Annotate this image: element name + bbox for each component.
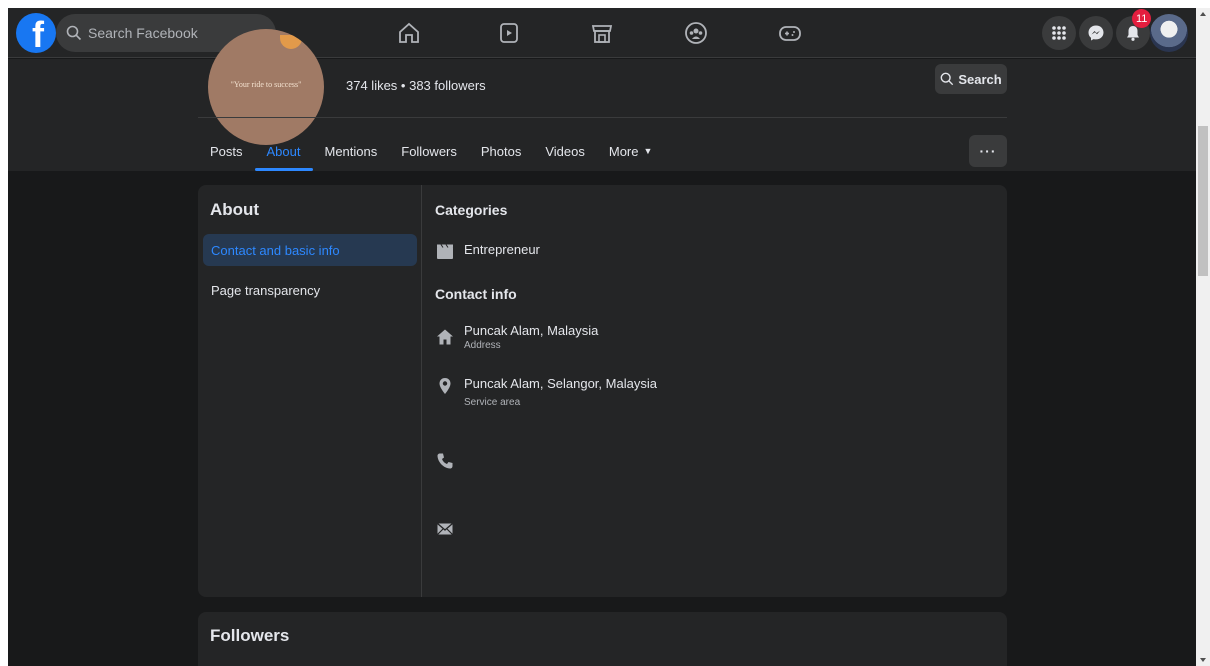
messenger-button[interactable] [1079, 16, 1113, 50]
service-area-value: Puncak Alam, Selangor, Malaysia [464, 376, 657, 391]
house-icon [437, 329, 453, 345]
scrollbar-thumb[interactable] [1198, 126, 1208, 276]
more-options-button[interactable]: ··· [969, 135, 1007, 167]
address-label: Address [464, 340, 501, 351]
caret-down-icon: ▼ [643, 146, 653, 156]
address-value: Puncak Alam, Malaysia [464, 323, 599, 338]
tab-more[interactable]: More ▼ [597, 134, 665, 168]
followers-card: Followers [198, 612, 1007, 666]
profile-slogan: "Your ride to success" [230, 80, 302, 89]
about-card: About Contact and basic info Page transp… [198, 185, 1007, 597]
page-tabs: Posts About Mentions Followers Photos Vi… [198, 134, 665, 171]
about-title: About [210, 200, 260, 219]
category-value[interactable]: Entrepreneur [464, 242, 540, 258]
groups-icon[interactable] [683, 20, 709, 46]
home-icon[interactable] [396, 20, 422, 46]
page-profile-picture[interactable]: "Your ride to success" [208, 29, 324, 145]
marketplace-icon[interactable] [589, 20, 615, 46]
scroll-down-icon[interactable] [1200, 658, 1206, 662]
followers-title: Followers [210, 626, 290, 645]
ellipsis-icon: ··· [979, 143, 997, 159]
tab-photos[interactable]: Photos [469, 134, 533, 168]
messenger-icon [1088, 25, 1104, 41]
menu-grid-button[interactable] [1042, 16, 1076, 50]
about-nav-page-transparency[interactable]: Page transparency [203, 274, 417, 306]
search-icon [940, 72, 954, 86]
page-stats: 374 likes • 383 followers [346, 78, 486, 93]
envelope-icon [437, 522, 453, 535]
tab-more-label: More [608, 143, 639, 159]
page-scrollbar[interactable] [1196, 8, 1210, 666]
categories-title: Categories [435, 202, 508, 218]
header-divider [198, 117, 1007, 118]
search-button-label: Search [958, 71, 1002, 87]
page-search-button[interactable]: Search [935, 64, 1007, 94]
grid-icon [1052, 26, 1066, 40]
service-area-label: Service area [464, 397, 521, 408]
about-content: Categories Entrepreneur Contact info Pun… [423, 185, 1007, 597]
tab-followers[interactable]: Followers [389, 134, 469, 168]
top-navigation-bar: f 11 [8, 8, 1196, 58]
clapperboard-icon [437, 244, 453, 259]
tab-mentions[interactable]: Mentions [313, 134, 390, 168]
facebook-window: f 11 [8, 8, 1196, 666]
about-nav-contact-basic-info[interactable]: Contact and basic info [203, 234, 417, 266]
service-area-row: Puncak Alam, Selangor, Malaysia Service … [435, 376, 657, 410]
scroll-up-icon[interactable] [1200, 12, 1206, 16]
gaming-icon[interactable] [777, 20, 803, 46]
phone-row [435, 451, 464, 471]
tab-videos[interactable]: Videos [533, 134, 597, 168]
location-pin-icon [439, 378, 451, 394]
watch-icon[interactable] [496, 20, 522, 46]
search-icon [66, 25, 82, 41]
contact-info-title: Contact info [435, 286, 517, 302]
address-row: Puncak Alam, Malaysia Address [435, 323, 598, 353]
email-row [435, 519, 464, 539]
tab-posts[interactable]: Posts [198, 134, 255, 168]
page-header: "Your ride to success" 374 likes • 383 f… [8, 29, 1196, 171]
tab-about[interactable]: About [254, 134, 313, 171]
phone-icon [437, 453, 453, 469]
about-nav: About Contact and basic info Page transp… [198, 185, 422, 597]
category-row: Entrepreneur [435, 242, 540, 262]
user-avatar[interactable] [1150, 14, 1188, 52]
facebook-logo-icon[interactable]: f [16, 13, 56, 53]
logo-mark [280, 35, 302, 49]
